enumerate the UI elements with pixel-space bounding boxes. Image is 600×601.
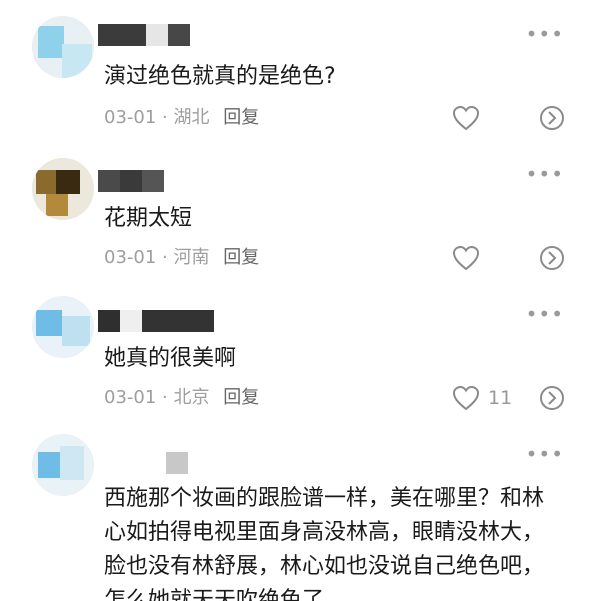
avatar[interactable] (32, 16, 94, 78)
meta-separator: · (162, 387, 174, 408)
comment-date: 03-01 (104, 247, 157, 268)
username-redacted[interactable] (98, 24, 198, 46)
share-icon[interactable] (538, 105, 566, 135)
share-icon[interactable] (538, 245, 566, 275)
comment-item: ••• 演过绝色就真的是绝色? 03-01 · 湖北 回复 (0, 0, 600, 150)
meta-separator: · (162, 107, 174, 128)
reply-button[interactable]: 回复 (223, 387, 259, 408)
meta-separator: · (162, 247, 174, 268)
more-options-icon[interactable]: ••• (526, 164, 564, 184)
like-count: 11 (488, 387, 513, 409)
like-button[interactable] (452, 105, 488, 131)
comment-date: 03-01 (104, 387, 157, 408)
reply-button[interactable]: 回复 (223, 107, 259, 128)
share-icon[interactable] (538, 385, 566, 415)
avatar[interactable] (32, 158, 94, 220)
more-options-icon[interactable]: ••• (526, 24, 564, 44)
comment-list: ••• 演过绝色就真的是绝色? 03-01 · 湖北 回复 ••• 花期太短 0… (0, 0, 600, 601)
comment-text: 她真的很美啊 (104, 346, 237, 371)
comment-location: 湖北 (173, 107, 210, 128)
comment-meta: 03-01 · 北京 回复 (104, 386, 259, 410)
heart-outline-icon (452, 385, 480, 411)
comment-text: 西施那个妆画的跟脸谱一样，美在哪里？和林心如拍得电视里面身高没林高，眼睛没林大，… (104, 486, 545, 601)
comment-location: 河南 (173, 247, 210, 268)
more-options-icon[interactable]: ••• (526, 304, 564, 324)
heart-outline-icon (452, 245, 480, 271)
more-options-icon[interactable]: ••• (526, 444, 564, 464)
comment-meta: 03-01 · 河南 回复 (104, 246, 259, 270)
comment-text: 演过绝色就真的是绝色? (104, 64, 336, 89)
comment-item: ••• 花期太短 03-01 · 河南 回复 (0, 150, 600, 290)
comment-item: ••• 她真的很美啊 03-01 · 北京 回复 11 (0, 290, 600, 430)
comment-item: ••• 西施那个妆画的跟脸谱一样，美在哪里？和林心如拍得电视里面身高没林高，眼睛… (0, 430, 600, 601)
username-redacted[interactable] (98, 310, 218, 332)
like-button[interactable] (452, 245, 488, 271)
avatar[interactable] (32, 434, 94, 496)
like-button[interactable]: 11 (452, 385, 512, 411)
comment-meta: 03-01 · 湖北 回复 (104, 106, 259, 130)
avatar[interactable] (32, 296, 94, 358)
username-redacted[interactable] (98, 170, 168, 192)
heart-outline-icon (452, 105, 480, 131)
comment-text: 花期太短 (104, 206, 193, 231)
username-redacted[interactable] (98, 452, 188, 474)
comment-date: 03-01 (104, 107, 157, 128)
reply-button[interactable]: 回复 (223, 247, 259, 268)
comment-location: 北京 (173, 387, 210, 408)
